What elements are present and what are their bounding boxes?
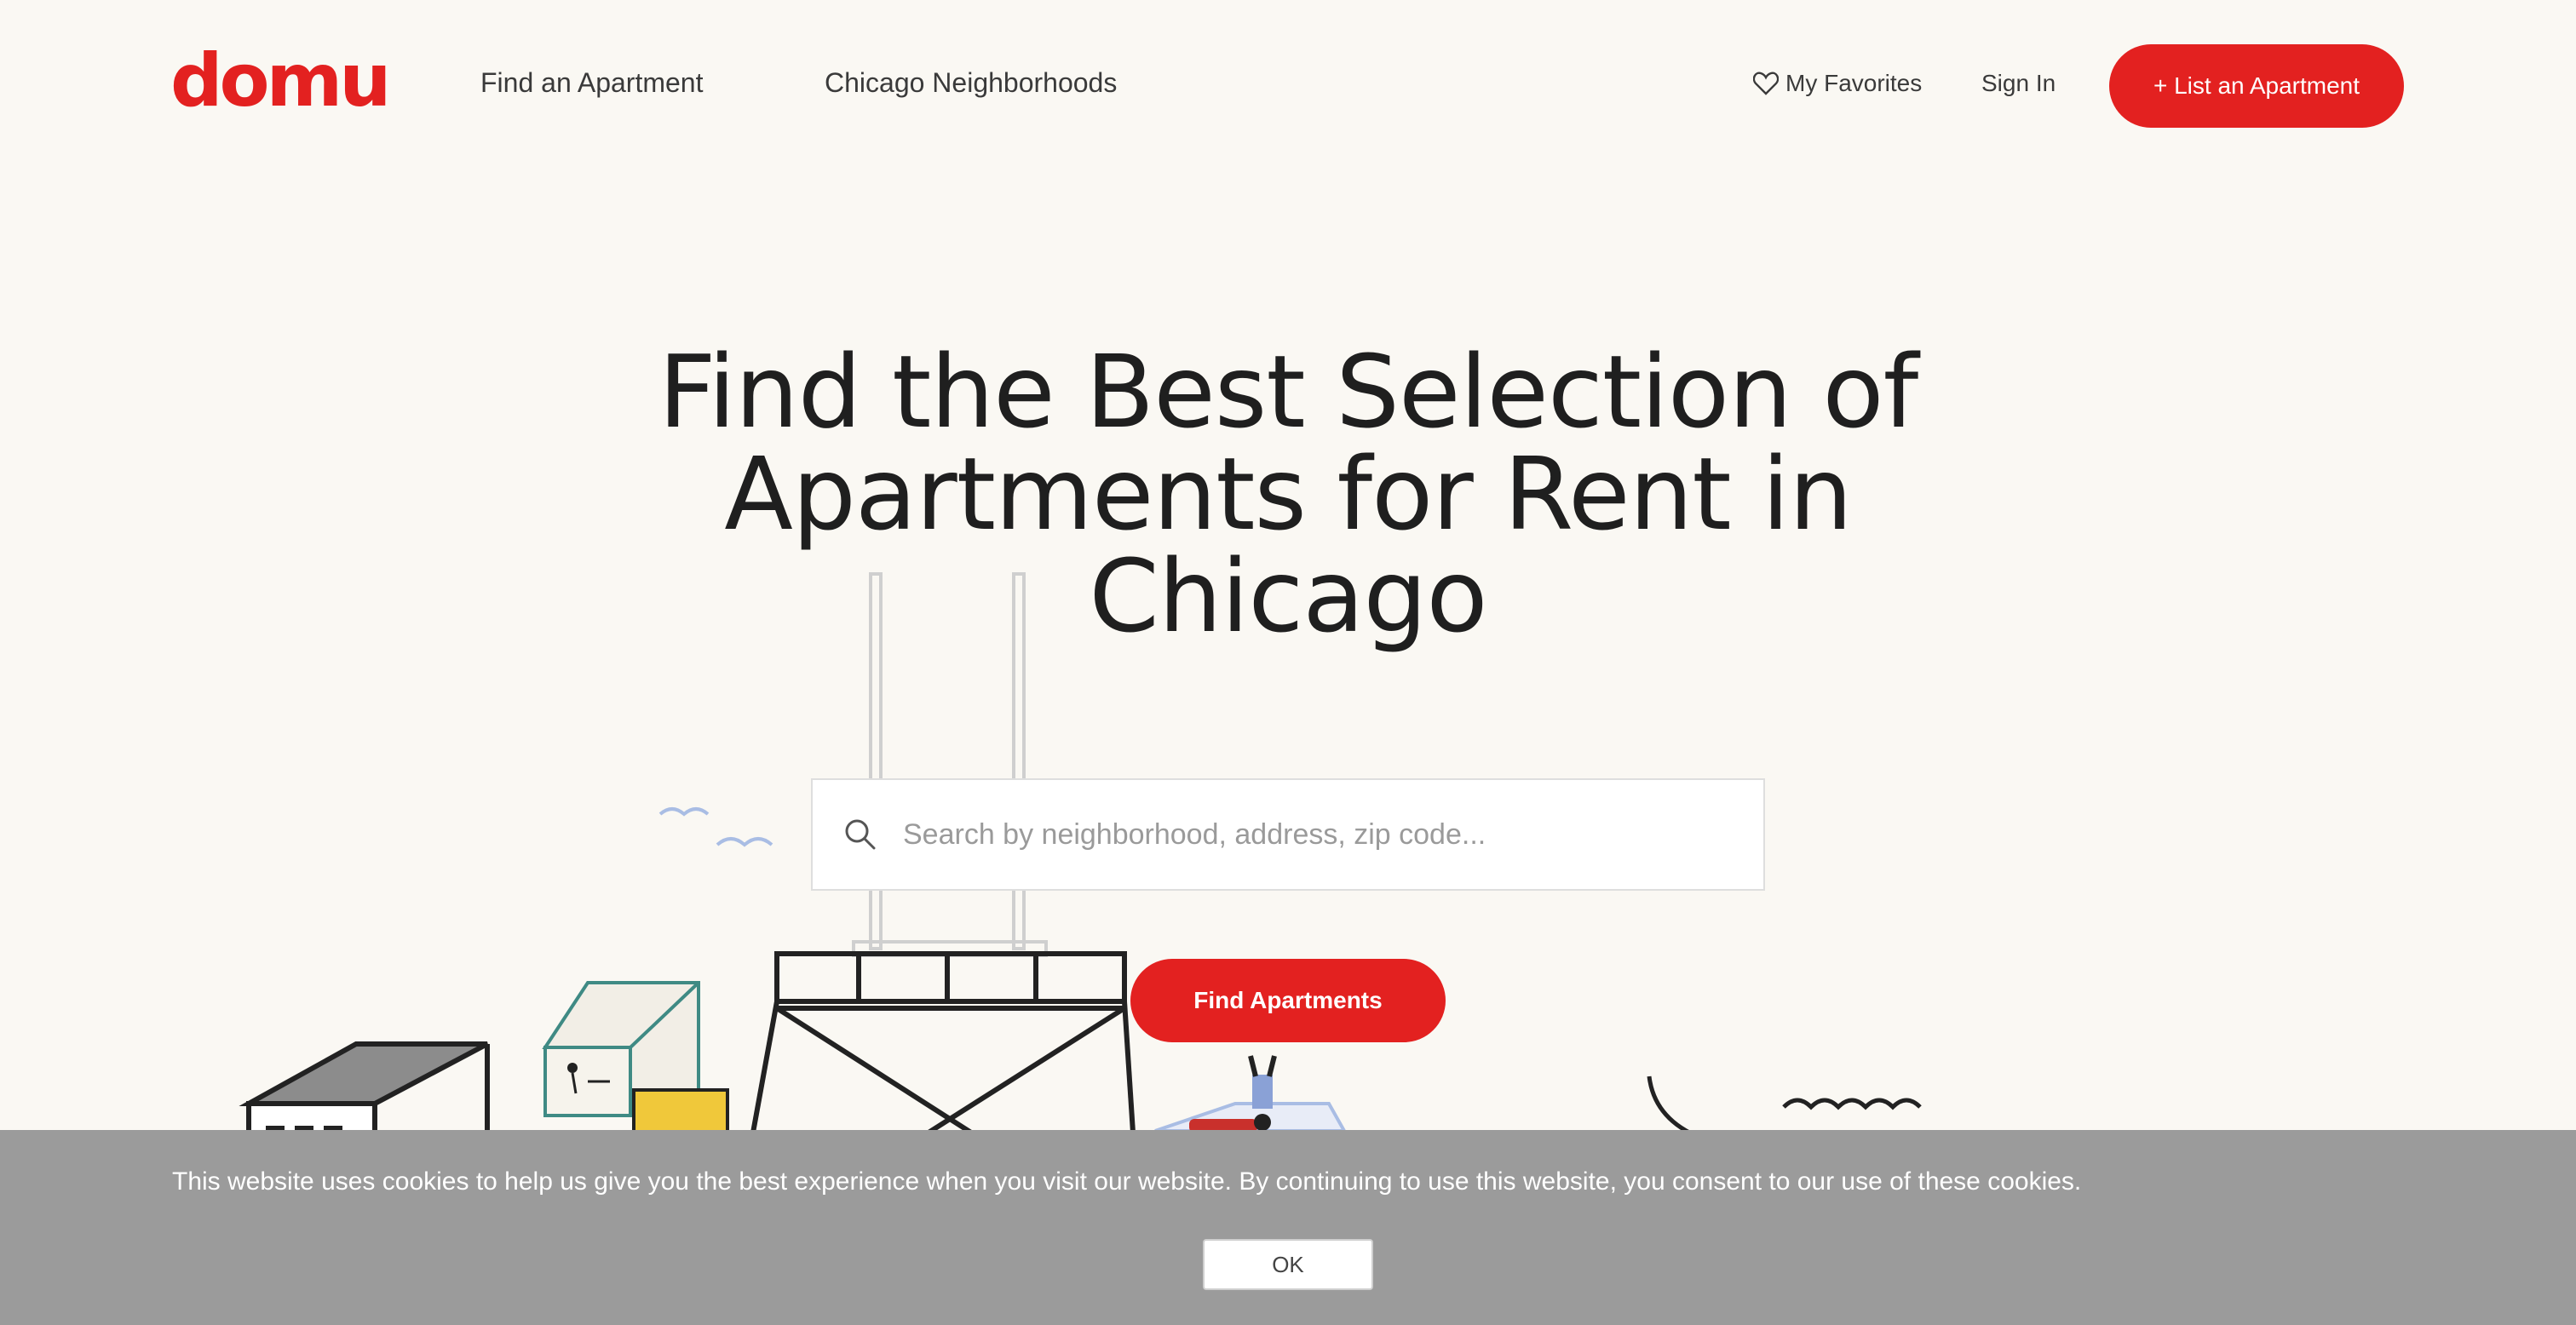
page: domu Find an Apartment Chicago Neighborh… — [0, 0, 2576, 1325]
search-box[interactable] — [811, 778, 1765, 891]
nav-chicago-neighborhoods[interactable]: Chicago Neighborhoods — [825, 66, 1117, 99]
list-apartment-button[interactable]: + List an Apartment — [2109, 44, 2404, 128]
handstand-figure — [1154, 1055, 1348, 1133]
my-favorites-label: My Favorites — [1785, 70, 1923, 96]
city-illustration — [239, 572, 1922, 1140]
sign-in-link[interactable]: Sign In — [1981, 70, 2056, 97]
nav-find-apartment[interactable]: Find an Apartment — [480, 66, 703, 99]
find-apartments-button[interactable]: Find Apartments — [1130, 959, 1446, 1042]
headline-line-3: Chicago — [1089, 537, 1487, 655]
shoreline — [1647, 1075, 1922, 1140]
search-input[interactable] — [903, 817, 1721, 852]
water-tower — [750, 951, 1136, 1135]
cookie-banner: This website uses cookies to help us giv… — [0, 1130, 2576, 1325]
headline-line-1: Find the Best Selection of — [658, 333, 1918, 450]
birds — [658, 807, 773, 847]
hero-headline: Find the Best Selection of Apartments fo… — [607, 341, 1969, 647]
cookie-message: This website uses cookies to help us giv… — [172, 1167, 2082, 1196]
headline-line-2: Apartments for Rent in — [724, 435, 1852, 553]
domu-logo[interactable]: domu — [170, 44, 391, 118]
cookie-ok-button[interactable]: OK — [1203, 1239, 1373, 1290]
heart-icon — [1753, 72, 1779, 95]
search-icon — [845, 819, 876, 850]
my-favorites-link[interactable]: My Favorites — [1753, 70, 1922, 97]
building-left — [239, 1041, 490, 1140]
office-cube — [542, 981, 729, 1134]
